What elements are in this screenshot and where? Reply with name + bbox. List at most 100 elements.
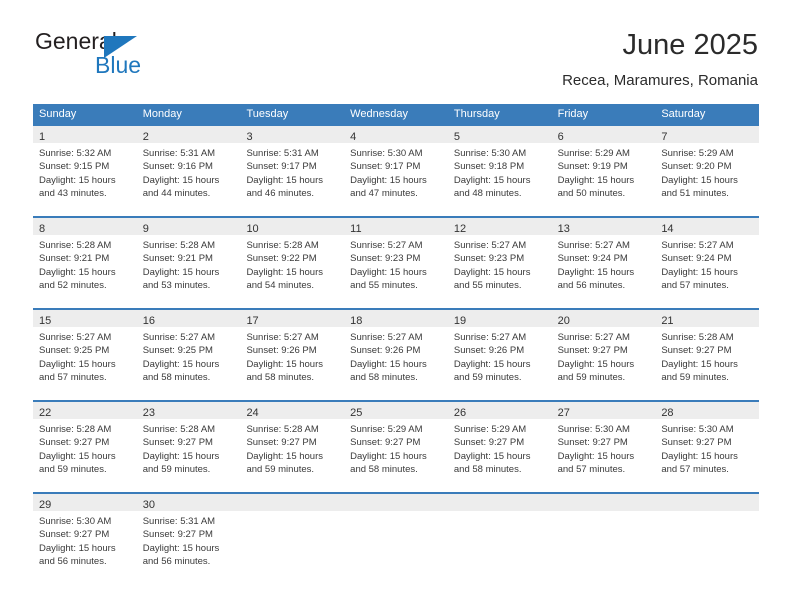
day-number-band: 29 (33, 494, 137, 511)
sunrise-text: Sunrise: 5:30 AM (661, 424, 734, 435)
day-cell[interactable]: 10 Sunrise: 5:28 AM Sunset: 9:22 PM Dayl… (240, 218, 345, 308)
day-cell[interactable]: 24 Sunrise: 5:28 AM Sunset: 9:27 PM Dayl… (240, 402, 345, 492)
day-cell[interactable]: 26 Sunrise: 5:29 AM Sunset: 9:27 PM Dayl… (447, 402, 552, 492)
weekday-header-monday: Monday (142, 108, 182, 120)
day-cell[interactable]: 29 Sunrise: 5:30 AM Sunset: 9:27 PM Dayl… (33, 494, 137, 584)
day-cell[interactable]: 16 Sunrise: 5:27 AM Sunset: 9:25 PM Dayl… (136, 310, 241, 400)
day-number-band: 2 (136, 126, 241, 143)
day-cell-empty (447, 494, 552, 584)
day-number: 12 (453, 223, 467, 235)
daylight-text-line2: and 54 minutes. (246, 280, 315, 292)
day-cell[interactable]: 28 Sunrise: 5:30 AM Sunset: 9:27 PM Dayl… (655, 402, 760, 492)
day-cell[interactable]: 21 Sunrise: 5:28 AM Sunset: 9:27 PM Dayl… (655, 310, 760, 400)
sunrise-text: Sunrise: 5:28 AM (39, 240, 112, 251)
day-number: 8 (39, 223, 46, 235)
day-number-band: 23 (136, 402, 241, 419)
sunset-text: Sunset: 9:23 PM (453, 253, 525, 265)
day-cell[interactable]: 2 Sunrise: 5:31 AM Sunset: 9:16 PM Dayli… (136, 126, 241, 216)
week-row: 8 Sunrise: 5:28 AM Sunset: 9:21 PM Dayli… (33, 216, 760, 308)
sunrise-text: Sunrise: 5:27 AM (661, 240, 734, 251)
day-cell[interactable]: 12 Sunrise: 5:27 AM Sunset: 9:23 PM Dayl… (447, 218, 552, 308)
sunset-text: Sunset: 9:23 PM (350, 253, 421, 265)
daylight-text-line2: and 58 minutes. (453, 464, 522, 476)
sunrise-text: Sunrise: 5:30 AM (557, 424, 630, 435)
sunset-text: Sunset: 9:27 PM (350, 437, 421, 449)
day-number: 19 (453, 315, 467, 327)
daylight-text-line1: Daylight: 15 hours (557, 174, 635, 186)
day-number: 11 (350, 223, 362, 235)
day-number-band: 12 (447, 218, 552, 235)
day-number: 10 (246, 223, 259, 235)
day-number-band: 13 (551, 218, 656, 235)
day-number: 22 (39, 407, 52, 419)
day-cell[interactable]: 7 Sunrise: 5:29 AM Sunset: 9:20 PM Dayli… (655, 126, 760, 216)
day-number-band: 25 (344, 402, 448, 419)
day-cell[interactable]: 19 Sunrise: 5:27 AM Sunset: 9:26 PM Dayl… (447, 310, 552, 400)
day-cell[interactable]: 17 Sunrise: 5:27 AM Sunset: 9:26 PM Dayl… (240, 310, 345, 400)
day-cell[interactable]: 4 Sunrise: 5:30 AM Sunset: 9:17 PM Dayli… (344, 126, 448, 216)
day-number-band: 26 (447, 402, 552, 419)
day-cell[interactable]: 27 Sunrise: 5:30 AM Sunset: 9:27 PM Dayl… (551, 402, 656, 492)
daylight-text-line2: and 59 minutes. (142, 464, 211, 476)
day-number-band: 20 (551, 310, 656, 327)
day-cell[interactable]: 11 Sunrise: 5:27 AM Sunset: 9:23 PM Dayl… (344, 218, 448, 308)
sunrise-text: Sunrise: 5:30 AM (453, 148, 527, 159)
sunset-text: Sunset: 9:25 PM (39, 345, 110, 357)
daylight-text-line1: Daylight: 15 hours (39, 174, 116, 186)
daylight-text-line1: Daylight: 15 hours (39, 266, 116, 278)
week-row: 1 Sunrise: 5:32 AM Sunset: 9:15 PM Dayli… (33, 126, 760, 216)
day-cell[interactable]: 30 Sunrise: 5:31 AM Sunset: 9:27 PM Dayl… (136, 494, 241, 584)
day-cell[interactable]: 23 Sunrise: 5:28 AM Sunset: 9:27 PM Dayl… (136, 402, 241, 492)
daylight-text-line2: and 59 minutes. (39, 464, 107, 476)
sunset-text: Sunset: 9:27 PM (661, 437, 732, 449)
daylight-text-line2: and 58 minutes. (246, 372, 315, 384)
day-cell[interactable]: 22 Sunrise: 5:28 AM Sunset: 9:27 PM Dayl… (33, 402, 137, 492)
day-cell[interactable]: 18 Sunrise: 5:27 AM Sunset: 9:26 PM Dayl… (344, 310, 448, 400)
daylight-text-line2: and 59 minutes. (453, 372, 522, 384)
day-details: Sunrise: 5:28 AM Sunset: 9:27 PM Dayligh… (655, 327, 759, 385)
day-cell[interactable]: 8 Sunrise: 5:28 AM Sunset: 9:21 PM Dayli… (33, 218, 137, 308)
daylight-text-line1: Daylight: 15 hours (246, 450, 324, 462)
daylight-text-line2: and 59 minutes. (661, 372, 729, 384)
sunrise-text: Sunrise: 5:27 AM (453, 332, 527, 343)
day-number-band: 7 (655, 126, 760, 143)
daylight-text-line1: Daylight: 15 hours (39, 358, 116, 370)
day-cell[interactable]: 6 Sunrise: 5:29 AM Sunset: 9:19 PM Dayli… (551, 126, 656, 216)
sunset-text: Sunset: 9:16 PM (142, 161, 213, 173)
day-number-band (344, 494, 448, 511)
day-number-band: 28 (655, 402, 760, 419)
daylight-text-line2: and 52 minutes. (39, 280, 107, 292)
day-cell[interactable]: 1 Sunrise: 5:32 AM Sunset: 9:15 PM Dayli… (33, 126, 137, 216)
day-details (448, 511, 552, 515)
day-cell[interactable]: 15 Sunrise: 5:27 AM Sunset: 9:25 PM Dayl… (33, 310, 137, 400)
generalblue-logo[interactable]: General Blue (33, 28, 173, 84)
daylight-text-line1: Daylight: 15 hours (453, 450, 531, 462)
day-number: 4 (350, 131, 357, 143)
day-number: 25 (350, 407, 363, 419)
day-cell[interactable]: 3 Sunrise: 5:31 AM Sunset: 9:17 PM Dayli… (240, 126, 345, 216)
day-cell[interactable]: 14 Sunrise: 5:27 AM Sunset: 9:24 PM Dayl… (655, 218, 760, 308)
day-details: Sunrise: 5:28 AM Sunset: 9:27 PM Dayligh… (33, 419, 137, 477)
sunrise-text: Sunrise: 5:27 AM (350, 240, 423, 251)
day-cell[interactable]: 20 Sunrise: 5:27 AM Sunset: 9:27 PM Dayl… (551, 310, 656, 400)
day-number: 29 (39, 499, 52, 511)
daylight-text-line1: Daylight: 15 hours (142, 358, 220, 370)
day-number: 17 (246, 315, 259, 327)
sunrise-text: Sunrise: 5:28 AM (246, 424, 319, 435)
daylight-text-line1: Daylight: 15 hours (350, 266, 427, 278)
day-cell[interactable]: 9 Sunrise: 5:28 AM Sunset: 9:21 PM Dayli… (136, 218, 241, 308)
day-cell[interactable]: 13 Sunrise: 5:27 AM Sunset: 9:24 PM Dayl… (551, 218, 656, 308)
day-number: 13 (557, 223, 570, 235)
day-cell[interactable]: 5 Sunrise: 5:30 AM Sunset: 9:18 PM Dayli… (447, 126, 552, 216)
daylight-text-line1: Daylight: 15 hours (246, 358, 324, 370)
sunset-text: Sunset: 9:20 PM (661, 161, 732, 173)
sunrise-text: Sunrise: 5:32 AM (39, 148, 112, 159)
day-details: Sunrise: 5:29 AM Sunset: 9:20 PM Dayligh… (655, 143, 759, 201)
day-details: Sunrise: 5:28 AM Sunset: 9:21 PM Dayligh… (137, 235, 241, 293)
day-number-band: 30 (136, 494, 241, 511)
daylight-text-line2: and 46 minutes. (246, 188, 315, 200)
day-details (655, 511, 759, 515)
day-cell[interactable]: 25 Sunrise: 5:29 AM Sunset: 9:27 PM Dayl… (344, 402, 448, 492)
sunset-text: Sunset: 9:21 PM (39, 253, 110, 265)
week-row: 15 Sunrise: 5:27 AM Sunset: 9:25 PM Dayl… (33, 308, 760, 400)
